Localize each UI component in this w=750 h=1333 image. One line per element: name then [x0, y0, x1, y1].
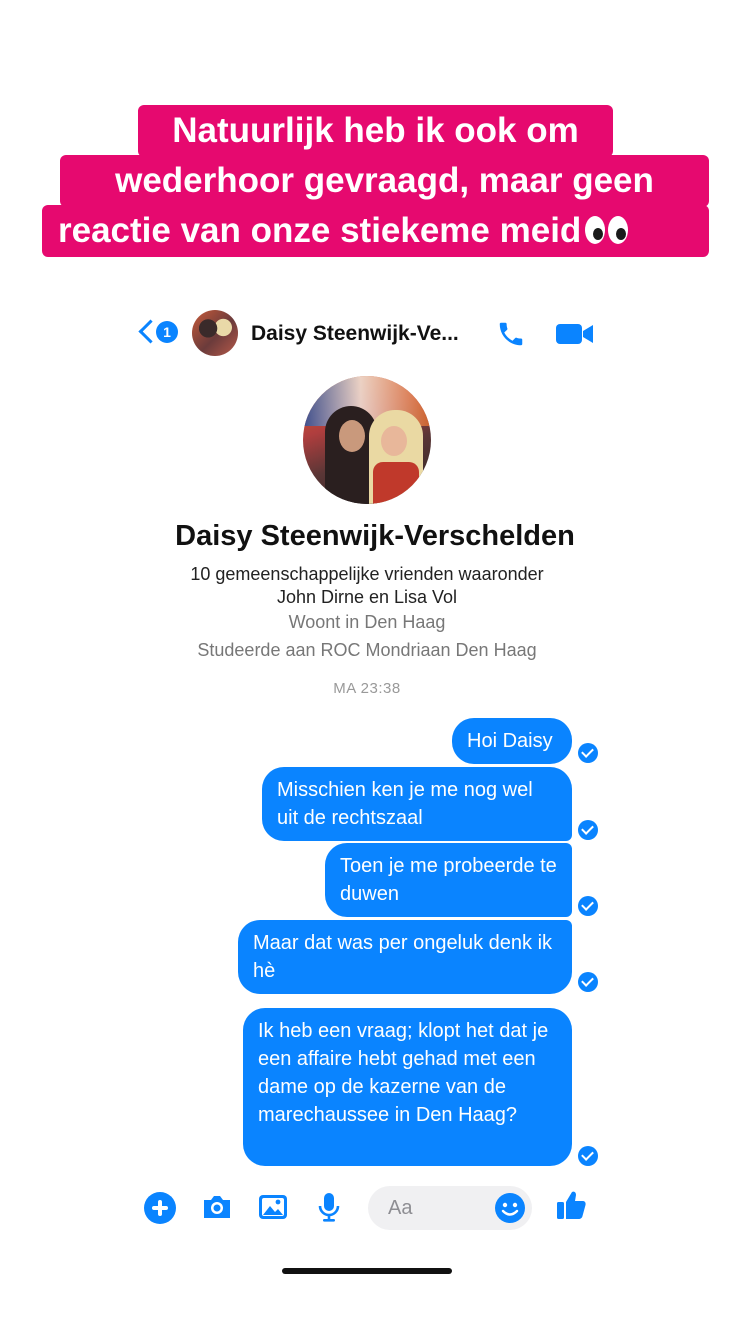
phone-icon[interactable]	[496, 319, 526, 349]
unread-badge: 1	[156, 321, 178, 343]
home-indicator[interactable]	[282, 1268, 452, 1274]
message-bubble[interactable]: Toen je me probeerde te duwen	[325, 843, 572, 917]
delivered-check-icon	[578, 972, 598, 992]
caption-line-1: Natuurlijk heb ik ook om	[138, 105, 613, 157]
plus-icon[interactable]	[144, 1192, 176, 1224]
profile-education: Studeerde aan ROC Mondriaan Den Haag	[197, 640, 537, 660]
delivered-check-icon	[578, 896, 598, 916]
message-bubble[interactable]: Ik heb een vraag; klopt het dat je een a…	[243, 1008, 572, 1166]
eyes-emoji-icon	[585, 216, 631, 246]
message-composer: Aa	[130, 1180, 600, 1236]
camera-icon[interactable]	[200, 1190, 234, 1224]
message-input[interactable]: Aa	[368, 1186, 532, 1230]
profile-photo[interactable]	[303, 376, 431, 504]
mutual-friends-line-2: John Dirne en Lisa Vol	[276, 587, 458, 607]
caption-line-3: reactie van onze stiekeme meid	[42, 205, 709, 257]
video-camera-icon[interactable]	[556, 322, 594, 346]
emoji-icon[interactable]	[494, 1192, 526, 1224]
avatar[interactable]	[192, 310, 238, 356]
delivered-check-icon	[578, 820, 598, 840]
like-icon[interactable]	[554, 1188, 588, 1222]
profile-location: Woont in Den Haag	[288, 612, 446, 632]
caption-line-3-text: reactie van onze stiekeme meid	[58, 211, 582, 250]
message-bubble[interactable]: Maar dat was per ongeluk denk ik hè	[238, 920, 572, 994]
message-timestamp: MA 23:38	[333, 680, 401, 697]
message-input-placeholder: Aa	[388, 1197, 413, 1219]
mutual-friends-line-1: 10 gemeenschappelijke vrienden waaronder	[190, 564, 544, 584]
delivered-check-icon	[578, 743, 598, 763]
profile-name: Daisy Steenwijk-Verschelden	[175, 520, 575, 552]
microphone-icon[interactable]	[312, 1190, 346, 1224]
contact-name[interactable]: Daisy Steenwijk-Ve...	[251, 322, 459, 346]
message-bubble[interactable]: Hoi Daisy	[452, 718, 572, 764]
mutual-friends: 10 gemeenschappelijke vrienden waaronder…	[0, 563, 734, 609]
photo-icon[interactable]	[256, 1190, 290, 1224]
chat-header: 1 Daisy Steenwijk-Ve...	[130, 300, 600, 370]
caption-line-2: wederhoor gevraagd, maar geen	[60, 155, 709, 207]
delivered-check-icon	[578, 1146, 598, 1166]
back-button[interactable]: 1	[138, 318, 178, 348]
message-bubble[interactable]: Misschien ken je me nog wel uit de recht…	[262, 767, 572, 841]
